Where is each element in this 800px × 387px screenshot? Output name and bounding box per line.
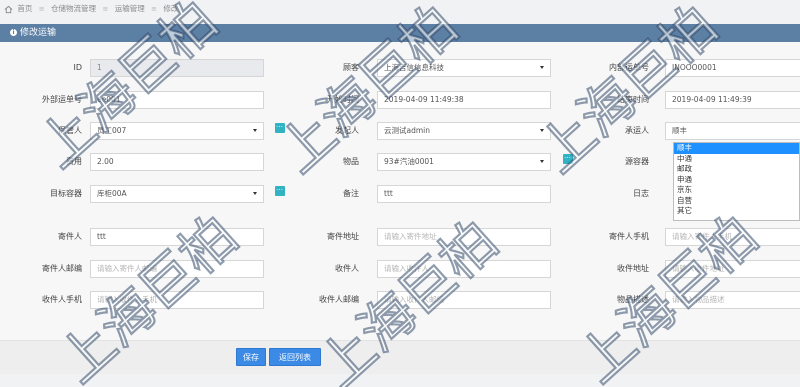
label-receiver-email: 收件人邮编: [319, 295, 359, 304]
keeper-select[interactable]: 员工007: [90, 122, 264, 140]
label-log: 日志: [633, 189, 649, 198]
receiver-field[interactable]: 请输入收件人: [377, 260, 551, 278]
carrier-option[interactable]: 申通: [674, 175, 799, 186]
goods-desc-field[interactable]: 请输入物品描述: [665, 291, 800, 309]
label-remark: 备注: [343, 189, 359, 198]
label-keeper: 保管人: [58, 126, 82, 135]
label-internal-no: 内部运单号: [609, 63, 649, 72]
target-container-add-button[interactable]: [275, 183, 285, 196]
label-carrier: 承运人: [625, 126, 649, 135]
carrier-option[interactable]: 京东: [674, 185, 799, 196]
back-to-list-button[interactable]: 返回列表: [269, 348, 321, 366]
breadcrumb-separator: ≡: [151, 5, 157, 13]
label-sender-phone: 寄件人手机: [609, 232, 649, 241]
target-container-select[interactable]: 库柜00A: [90, 185, 264, 203]
label-end-time: 结束时间: [617, 95, 649, 104]
sender-address-field[interactable]: 请输入寄件地址: [377, 228, 551, 246]
carrier-option[interactable]: 其它: [674, 206, 799, 217]
panel-header: i 修改运输: [0, 24, 800, 42]
save-button[interactable]: 保存: [236, 348, 266, 366]
label-source-container: 源容器: [625, 157, 649, 166]
label-target-container: 目标容器: [50, 189, 82, 198]
breadcrumb-edit: 修改: [163, 4, 179, 13]
cost-field[interactable]: 2.00: [90, 153, 264, 171]
keeper-add-button[interactable]: [275, 120, 285, 133]
label-goods-desc: 物品描述: [617, 295, 649, 304]
customer-select[interactable]: 上海吉信信息科技: [377, 59, 551, 77]
carrier-option[interactable]: 邮政: [674, 164, 799, 175]
label-receiver: 收件人: [335, 264, 359, 273]
start-time-field[interactable]: 2019-04-09 11:49:38: [377, 91, 551, 109]
breadcrumb-transport[interactable]: 运输管理: [115, 4, 145, 13]
receiver-email-field[interactable]: 请输入收件人邮编: [377, 291, 551, 309]
breadcrumb: 首页 ≡ 仓储物流管理 ≡ 运输管理 ≡ 修改: [4, 2, 178, 16]
external-no-field[interactable]: ee001: [90, 91, 264, 109]
sender-phone-field[interactable]: 请输入寄件人手机: [665, 228, 800, 246]
breadcrumb-separator: ≡: [102, 5, 109, 13]
label-cost: 费用: [66, 157, 82, 166]
remark-field[interactable]: ttt: [377, 185, 551, 203]
sender-email-field[interactable]: 请输入寄件人邮编: [90, 260, 264, 278]
label-receiver-phone: 收件人手机: [42, 295, 82, 304]
carrier-option[interactable]: 自营: [674, 196, 799, 207]
label-goods: 物品: [343, 157, 359, 166]
panel-title: 修改运输: [20, 28, 57, 38]
label-initiator: 发起人: [335, 126, 359, 135]
internal-no-field[interactable]: INOOO0001: [665, 59, 800, 77]
goods-add-button[interactable]: [563, 151, 573, 164]
form-footer: [0, 340, 800, 374]
label-sender-address: 寄件地址: [327, 232, 359, 241]
breadcrumb-home[interactable]: 首页: [17, 4, 32, 13]
end-time-field[interactable]: 2019-04-09 11:49:39: [665, 91, 800, 109]
home-icon[interactable]: [4, 5, 13, 14]
carrier-select[interactable]: 顺丰: [665, 122, 800, 140]
label-id: ID: [73, 63, 82, 72]
goods-select[interactable]: 93#汽油0001: [377, 153, 551, 171]
breadcrumb-logistics[interactable]: 仓储物流管理: [51, 4, 96, 13]
label-start-time: 开始时间: [327, 95, 359, 104]
carrier-option[interactable]: 顺丰: [674, 143, 799, 154]
breadcrumb-separator: ≡: [38, 5, 45, 13]
info-icon: i: [10, 29, 17, 36]
receiver-address-field[interactable]: 请输入收件地址: [665, 260, 800, 278]
id-field: 1: [90, 59, 264, 77]
carrier-dropdown-list: 顺丰 中通 邮政 申通 京东 自营 其它: [673, 142, 800, 221]
carrier-option[interactable]: 中通: [674, 154, 799, 165]
label-customer: 顾客: [343, 63, 359, 72]
label-sender: 寄件人: [58, 232, 82, 241]
receiver-phone-field[interactable]: 请输入收件人手机: [90, 291, 264, 309]
label-sender-email: 寄件人邮编: [42, 264, 82, 273]
sender-field[interactable]: ttt: [90, 228, 264, 246]
label-receiver-address: 收件地址: [617, 264, 649, 273]
label-external-no: 外部运单号: [42, 95, 82, 104]
initiator-select[interactable]: 云测试admin: [377, 122, 551, 140]
